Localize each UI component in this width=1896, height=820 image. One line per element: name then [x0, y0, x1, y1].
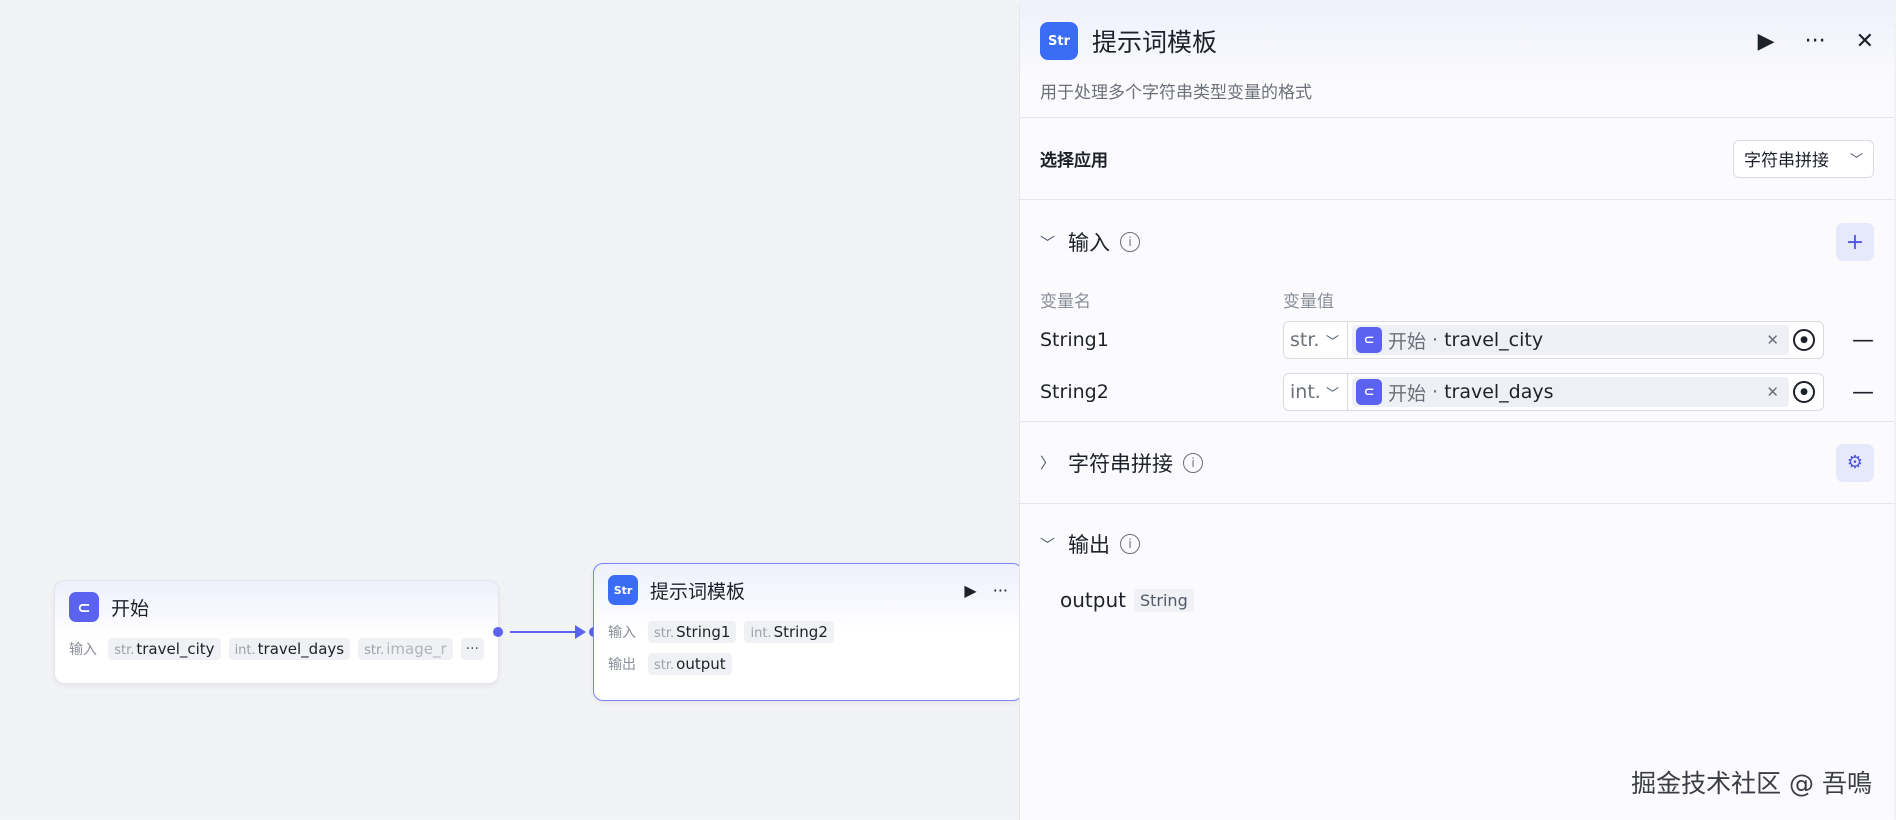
- close-icon[interactable]: ✕: [1856, 29, 1874, 54]
- remove-row-icon[interactable]: —: [1852, 380, 1874, 405]
- variable-value-field[interactable]: int. ﹀ ⊂ 开始 · travel_days ✕ ●: [1283, 373, 1824, 411]
- output-section: ﹀ 输出 i output String: [1020, 504, 1894, 612]
- app-select-dropdown[interactable]: 字符串拼接 ﹀: [1733, 139, 1874, 178]
- input-section-title: 输入: [1068, 231, 1110, 255]
- connection-arrow-icon: [575, 625, 586, 639]
- gear-icon[interactable]: ⚙: [1836, 443, 1874, 482]
- run-icon[interactable]: ▶: [1758, 29, 1775, 54]
- chevron-down-icon: ﹀: [1325, 334, 1339, 350]
- connection-edge[interactable]: [510, 631, 584, 633]
- template-node-title: 提示词模板: [650, 580, 746, 603]
- info-icon[interactable]: i: [1120, 232, 1140, 252]
- panel-title: 提示词模板: [1092, 28, 1218, 57]
- type-select[interactable]: int. ﹀: [1284, 374, 1348, 410]
- remove-row-icon[interactable]: —: [1852, 328, 1874, 353]
- string-icon: Str: [1040, 22, 1078, 60]
- variable-name[interactable]: String1: [1040, 329, 1283, 351]
- start-node-title: 开始: [111, 597, 150, 620]
- start-node-input-label: 输入: [69, 642, 97, 658]
- concat-section: 〉 字符串拼接 i ⚙: [1020, 422, 1894, 504]
- variable-reference[interactable]: ⊂ 开始 · travel_city ✕: [1352, 325, 1789, 355]
- variable-reference[interactable]: ⊂ 开始 · travel_days ✕: [1352, 377, 1789, 407]
- watermark: 掘金技术社区 @ 吾鳴: [1631, 769, 1872, 798]
- panel-header: Str 提示词模板 ▶ ··· ✕ 用于处理多个字符串类型变量的格式: [1020, 0, 1894, 118]
- start-param-chip: int. travel_days: [228, 638, 351, 660]
- variable-value-field[interactable]: str. ﹀ ⊂ 开始 · travel_city ✕ ●: [1283, 321, 1824, 359]
- chevron-right-icon[interactable]: 〉: [1040, 452, 1068, 473]
- start-node-icon: ⊂: [1356, 379, 1382, 405]
- target-icon[interactable]: ●: [1793, 381, 1815, 403]
- run-icon[interactable]: ▶: [964, 581, 976, 600]
- input-variable-row: String2 int. ﹀ ⊂ 开始 · travel_days ✕ ● —: [1040, 366, 1874, 418]
- template-input-chip: int. String2: [744, 621, 834, 643]
- start-node-icon: ⊂: [69, 592, 99, 622]
- output-row: output String: [1040, 588, 1874, 612]
- app-select-section: 选择应用 字符串拼接 ﹀: [1020, 118, 1894, 200]
- output-section-title: 输出: [1068, 533, 1110, 557]
- start-node-output-port[interactable]: [493, 627, 503, 637]
- more-icon[interactable]: ···: [993, 581, 1008, 600]
- chevron-down-icon[interactable]: ﹀: [1040, 534, 1068, 555]
- more-icon[interactable]: ···: [1805, 29, 1826, 54]
- app-select-label: 选择应用: [1040, 151, 1108, 171]
- target-icon[interactable]: ●: [1793, 329, 1815, 351]
- node-config-panel: Str 提示词模板 ▶ ··· ✕ 用于处理多个字符串类型变量的格式 选择应用 …: [1019, 0, 1894, 820]
- add-input-button[interactable]: +: [1836, 223, 1874, 261]
- chevron-down-icon[interactable]: ﹀: [1040, 232, 1068, 253]
- col-head-value: 变量值: [1283, 291, 1334, 312]
- start-node-icon: ⊂: [1356, 327, 1382, 353]
- clear-icon[interactable]: ✕: [1766, 331, 1779, 349]
- col-head-name: 变量名: [1040, 291, 1091, 312]
- template-output-label: 输出: [608, 657, 636, 673]
- string-icon: Str: [608, 575, 638, 605]
- info-icon[interactable]: i: [1120, 534, 1140, 554]
- concat-section-title[interactable]: 字符串拼接: [1068, 448, 1173, 478]
- variable-name[interactable]: String2: [1040, 381, 1283, 403]
- output-name: output: [1060, 588, 1126, 612]
- template-output-chip: str. output: [648, 653, 732, 675]
- input-variable-row: String1 str. ﹀ ⊂ 开始 · travel_city ✕ ● —: [1040, 314, 1874, 366]
- panel-description: 用于处理多个字符串类型变量的格式: [1040, 83, 1312, 103]
- type-select[interactable]: str. ﹀: [1284, 322, 1348, 358]
- start-param-chip: str. image_r: [358, 638, 453, 660]
- input-section: ﹀ 输入 i + 变量名 变量值 String1 str. ﹀ ⊂ 开始 · t…: [1020, 200, 1894, 422]
- chevron-down-icon: ﹀: [1325, 386, 1339, 402]
- template-input-chip: str. String1: [648, 621, 737, 643]
- more-params-button[interactable]: ···: [460, 638, 484, 660]
- start-node[interactable]: ⊂ 开始 输入 str. travel_city int. travel_days …: [54, 580, 499, 684]
- start-param-chip: str. travel_city: [108, 638, 221, 660]
- app-select-value: 字符串拼接: [1744, 151, 1829, 171]
- chevron-down-icon: ﹀: [1849, 153, 1863, 168]
- output-type-badge: String: [1133, 588, 1194, 612]
- clear-icon[interactable]: ✕: [1766, 383, 1779, 401]
- template-node[interactable]: Str 提示词模板 ▶ ··· 输入 str. String1 int. Strin…: [593, 563, 1023, 701]
- workflow-canvas[interactable]: ⊂ 开始 输入 str. travel_city int. travel_days …: [0, 0, 1023, 820]
- template-input-label: 输入: [608, 625, 636, 641]
- info-icon[interactable]: i: [1183, 452, 1203, 473]
